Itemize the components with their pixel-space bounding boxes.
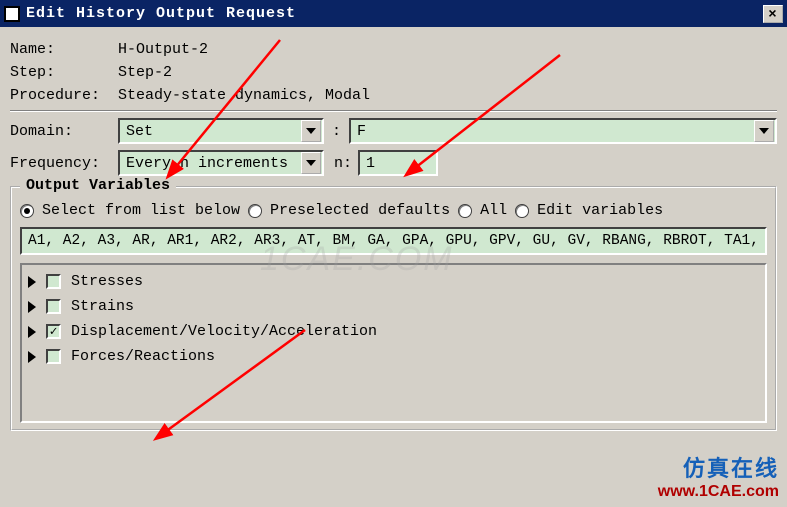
procedure-row: Procedure: Steady-state dynamics, Modal <box>10 87 777 104</box>
watermark-corner: 仿真在线 www.1CAE.com <box>658 451 779 501</box>
n-value: 1 <box>366 155 375 172</box>
variables-tree[interactable]: Stresses Strains Displacement/Velocity/A… <box>20 263 767 423</box>
chevron-down-icon[interactable] <box>301 120 321 142</box>
titlebar: Edit History Output Request × <box>0 0 787 27</box>
radio-edit-variables[interactable] <box>515 204 529 218</box>
watermark-url: www.1CAE.com <box>658 483 779 501</box>
domain-label: Domain: <box>10 123 118 140</box>
procedure-value: Steady-state dynamics, Modal <box>118 87 370 104</box>
n-label: n: <box>324 155 358 172</box>
domain-name-value: F <box>357 123 366 140</box>
step-value: Step-2 <box>118 64 172 81</box>
n-input[interactable]: 1 <box>358 150 438 176</box>
dialog-body: Name: H-Output-2 Step: Step-2 Procedure:… <box>0 27 787 431</box>
expand-icon[interactable] <box>28 301 36 313</box>
radio-select-from-list[interactable] <box>20 204 34 218</box>
expand-icon[interactable] <box>28 351 36 363</box>
checkbox-stresses[interactable] <box>46 274 61 289</box>
output-variables-legend: Output Variables <box>20 177 176 194</box>
domain-row: Domain: Set : F <box>10 118 777 144</box>
frequency-mode-value: Every n increments <box>126 155 288 172</box>
radio-preselected-defaults[interactable] <box>248 204 262 218</box>
frequency-mode-select[interactable]: Every n increments <box>118 150 324 176</box>
tree-row-stresses[interactable]: Stresses <box>28 269 759 294</box>
expand-icon[interactable] <box>28 276 36 288</box>
output-mode-radios: Select from list below Preselected defau… <box>20 202 767 219</box>
expand-icon[interactable] <box>28 326 36 338</box>
tree-row-forces[interactable]: Forces/Reactions <box>28 344 759 369</box>
tree-label: Forces/Reactions <box>71 348 215 365</box>
checkbox-strains[interactable] <box>46 299 61 314</box>
watermark-cn: 仿真在线 <box>658 451 779 483</box>
step-row: Step: Step-2 <box>10 64 777 81</box>
separator <box>10 110 777 112</box>
variables-summary: A1, A2, A3, AR, AR1, AR2, AR3, AT, BM, G… <box>20 227 767 255</box>
checkbox-displacement[interactable] <box>46 324 61 339</box>
tree-row-displacement[interactable]: Displacement/Velocity/Acceleration <box>28 319 759 344</box>
checkbox-forces[interactable] <box>46 349 61 364</box>
chevron-down-icon[interactable] <box>301 152 321 174</box>
window-icon <box>4 6 20 22</box>
name-label: Name: <box>10 41 118 58</box>
procedure-label: Procedure: <box>10 87 118 104</box>
tree-label: Displacement/Velocity/Acceleration <box>71 323 377 340</box>
tree-label: Stresses <box>71 273 143 290</box>
domain-colon: : <box>324 123 349 140</box>
domain-type-value: Set <box>126 123 153 140</box>
domain-type-select[interactable]: Set <box>118 118 324 144</box>
tree-label: Strains <box>71 298 134 315</box>
radio-all[interactable] <box>458 204 472 218</box>
frequency-row: Frequency: Every n increments n: 1 <box>10 150 777 176</box>
close-button[interactable]: × <box>763 5 783 23</box>
tree-row-strains[interactable]: Strains <box>28 294 759 319</box>
radio-edit-variables-label: Edit variables <box>537 202 663 219</box>
radio-all-label: All <box>480 202 507 219</box>
chevron-down-icon[interactable] <box>754 120 774 142</box>
name-value: H-Output-2 <box>118 41 208 58</box>
domain-name-select[interactable]: F <box>349 118 777 144</box>
radio-preselected-defaults-label: Preselected defaults <box>270 202 450 219</box>
name-row: Name: H-Output-2 <box>10 41 777 58</box>
step-label: Step: <box>10 64 118 81</box>
frequency-label: Frequency: <box>10 155 118 172</box>
output-variables-fieldset: Output Variables Select from list below … <box>10 186 777 431</box>
radio-select-from-list-label: Select from list below <box>42 202 240 219</box>
window-title: Edit History Output Request <box>26 5 763 22</box>
